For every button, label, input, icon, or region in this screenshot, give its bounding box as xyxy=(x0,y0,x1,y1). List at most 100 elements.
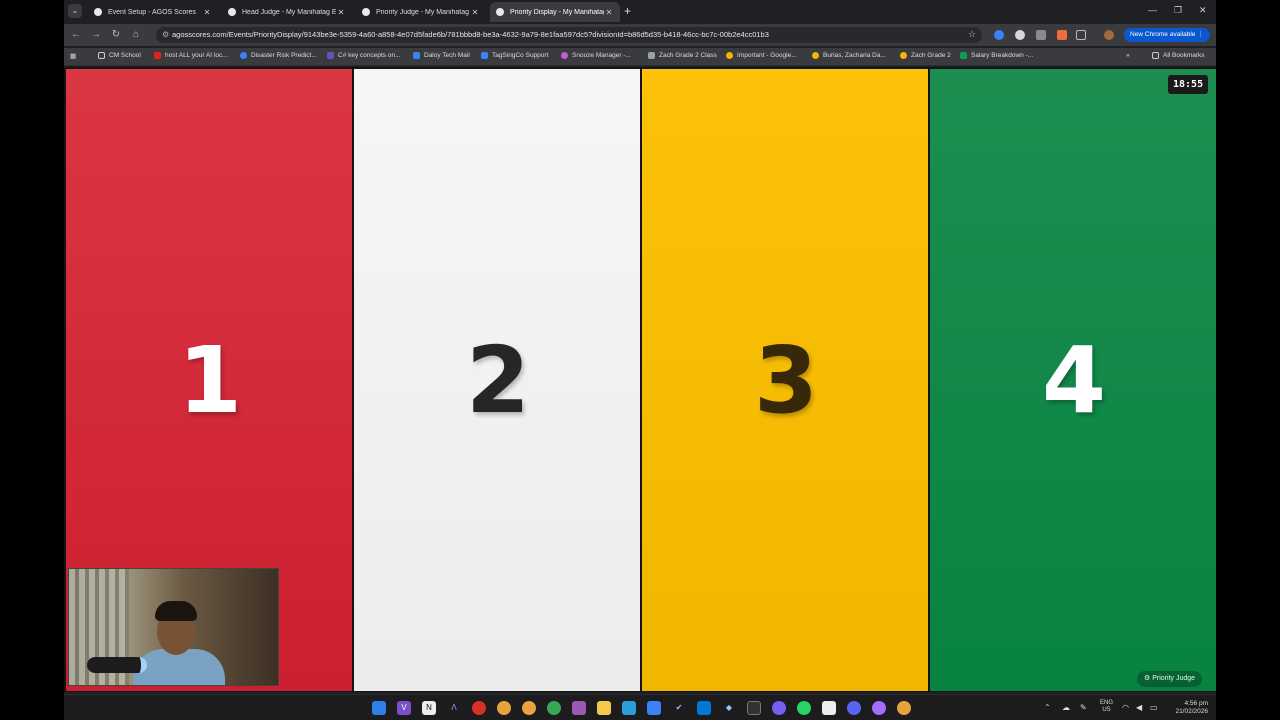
app-icon[interactable]: Λ xyxy=(447,701,461,715)
pen-icon[interactable]: ✎ xyxy=(1080,703,1087,712)
bookmark-label: Burias, Zacharia Da... xyxy=(823,52,886,59)
extension-icon[interactable] xyxy=(994,30,1004,40)
bookmark-item[interactable]: Zach Grade 2 xyxy=(900,52,951,59)
mail-extension-icon[interactable] xyxy=(1036,30,1046,40)
tab-label: Priority Display - My Manihatag xyxy=(510,8,604,16)
gear-icon: ⚙ xyxy=(1144,675,1151,682)
app-icon[interactable] xyxy=(697,701,711,715)
app-icon[interactable] xyxy=(622,701,636,715)
priority-number: 4 xyxy=(1041,326,1106,434)
app-icon[interactable]: ◆ xyxy=(722,701,736,715)
globe-icon xyxy=(362,8,370,16)
bookmark-item[interactable]: Snooze Manager -... xyxy=(561,52,631,59)
messenger-icon[interactable] xyxy=(872,701,886,715)
extension-icon[interactable] xyxy=(1057,30,1067,40)
screen: ⌄ Event Setup - AGOS Scores ✕ Head Judge… xyxy=(64,0,1216,720)
chrome-icon[interactable] xyxy=(497,701,511,715)
globe-icon xyxy=(240,52,247,59)
forward-arrow-icon[interactable]: → xyxy=(90,29,102,40)
notepad-icon[interactable] xyxy=(822,701,836,715)
restore-icon[interactable]: ❐ xyxy=(1174,5,1182,16)
address-bar[interactable]: ⚙ agosscores.com/Events/PriorityDisplay/… xyxy=(156,27,982,43)
volume-icon[interactable]: ◀ xyxy=(1136,703,1142,712)
priority-panel-4: 4 xyxy=(930,69,1216,691)
cloud-icon[interactable]: ☁ xyxy=(1062,703,1070,712)
priority-judge-link[interactable]: ⚙ Priority Judge xyxy=(1137,671,1203,687)
home-icon[interactable]: ⌂ xyxy=(130,29,142,40)
bookmark-item[interactable]: Daloy Tech Mail xyxy=(413,52,470,59)
reload-icon[interactable]: ↻ xyxy=(110,29,122,40)
bookmark-item[interactable]: All Bookmarks xyxy=(1152,52,1205,59)
bookmark-item[interactable]: CM School xyxy=(98,52,141,59)
google-drive-icon xyxy=(900,52,907,59)
discord-icon[interactable] xyxy=(847,701,861,715)
tab-label: Priority Judge - My Manihatag xyxy=(376,8,469,16)
puzzle-icon[interactable] xyxy=(1076,30,1086,40)
app-icon[interactable] xyxy=(572,701,586,715)
app-icon[interactable] xyxy=(472,701,486,715)
chrome-icon[interactable] xyxy=(547,701,561,715)
profile-avatar[interactable] xyxy=(1104,30,1114,40)
taskbar: V N Λ ✔ ◆ ⌃ ☁ ✎ ENG US ◠ ◀ ▭ 4:56 pm 21/ xyxy=(64,694,1216,720)
bookmark-item[interactable]: Burias, Zacharia Da... xyxy=(812,52,886,59)
minimize-icon[interactable]: — xyxy=(1148,5,1157,15)
chevron-up-icon[interactable]: ⌃ xyxy=(1044,703,1051,712)
tab-priority-display[interactable]: Priority Display - My Manihatag ✕ xyxy=(490,2,620,22)
notion-icon[interactable]: N xyxy=(422,701,436,715)
site-icon xyxy=(561,52,568,59)
language-code: ENG xyxy=(1100,700,1114,706)
whatsapp-icon[interactable] xyxy=(797,701,811,715)
more-bookmarks-chevron-icon[interactable]: » xyxy=(1126,52,1130,59)
globe-icon xyxy=(496,8,504,16)
youtube-icon xyxy=(154,52,161,59)
new-tab-plus-icon[interactable]: + xyxy=(624,4,631,18)
visual-studio-icon[interactable]: V xyxy=(397,701,411,715)
tab-head-judge[interactable]: Head Judge - My Manihatag Ev ✕ xyxy=(222,2,352,22)
bookmark-item[interactable]: Salary Breakdown -... xyxy=(960,52,1033,59)
extension-icon[interactable] xyxy=(1015,30,1025,40)
priority-number: 1 xyxy=(177,326,242,434)
back-arrow-icon[interactable]: ← xyxy=(70,29,82,40)
chrome-icon[interactable] xyxy=(522,701,536,715)
priority-judge-label: Priority Judge xyxy=(1152,675,1196,682)
battery-icon[interactable]: ▭ xyxy=(1150,703,1158,712)
bookmark-item[interactable]: Disaster Risk Predict... xyxy=(240,52,317,59)
priority-number: 3 xyxy=(753,326,818,434)
new-chrome-button[interactable]: New Chrome available ⋮ xyxy=(1124,28,1210,42)
close-icon[interactable]: ✕ xyxy=(202,8,212,17)
todo-check-icon[interactable]: ✔ xyxy=(672,701,686,715)
bookmark-item[interactable]: host ALL your AI loc... xyxy=(154,52,228,59)
windows-start-icon[interactable] xyxy=(372,701,386,715)
chrome-icon[interactable] xyxy=(897,701,911,715)
viber-icon[interactable] xyxy=(772,701,786,715)
bookmark-label: Daloy Tech Mail xyxy=(424,52,470,59)
file-explorer-icon[interactable] xyxy=(597,701,611,715)
window-close-icon[interactable]: ✕ xyxy=(1199,5,1207,16)
close-icon[interactable]: ✕ xyxy=(604,8,614,17)
terminal-icon[interactable] xyxy=(747,701,761,715)
bookmark-item[interactable]: Zach Grade 2 Class xyxy=(648,52,717,59)
bookmark-label: TagSingCo Support xyxy=(492,52,549,59)
tab-label: Head Judge - My Manihatag Ev xyxy=(242,8,336,16)
tab-priority-judge[interactable]: Priority Judge - My Manihatag ✕ xyxy=(356,2,486,22)
language-indicator[interactable]: ENG US xyxy=(1100,700,1113,714)
bookmark-item[interactable]: C# key concepts on... xyxy=(327,52,401,59)
bookmark-item[interactable]: TagSingCo Support xyxy=(481,52,548,59)
apps-grid-icon[interactable]: ▦ xyxy=(70,52,76,60)
wifi-icon[interactable]: ◠ xyxy=(1122,703,1129,712)
close-icon[interactable]: ✕ xyxy=(470,8,480,17)
bookmark-label: CM School xyxy=(109,52,141,59)
document-icon[interactable] xyxy=(647,701,661,715)
bookmark-item[interactable]: Important - Google... xyxy=(726,52,797,59)
priority-panel-3: 3 xyxy=(642,69,928,691)
tab-search-chevron-icon[interactable]: ⌄ xyxy=(68,4,82,18)
region-code: US xyxy=(1102,707,1111,713)
mail-icon xyxy=(413,52,420,59)
person-icon xyxy=(648,52,655,59)
bookmark-star-icon[interactable]: ☆ xyxy=(968,29,976,40)
system-clock[interactable]: 4:56 pm 21/02/2026 xyxy=(1168,700,1208,716)
clock-date: 21/02/2026 xyxy=(1175,708,1208,715)
tab-event-setup[interactable]: Event Setup - AGOS Scores ✕ xyxy=(88,2,218,22)
site-info-icon[interactable]: ⚙ xyxy=(162,30,169,39)
close-icon[interactable]: ✕ xyxy=(336,8,346,17)
